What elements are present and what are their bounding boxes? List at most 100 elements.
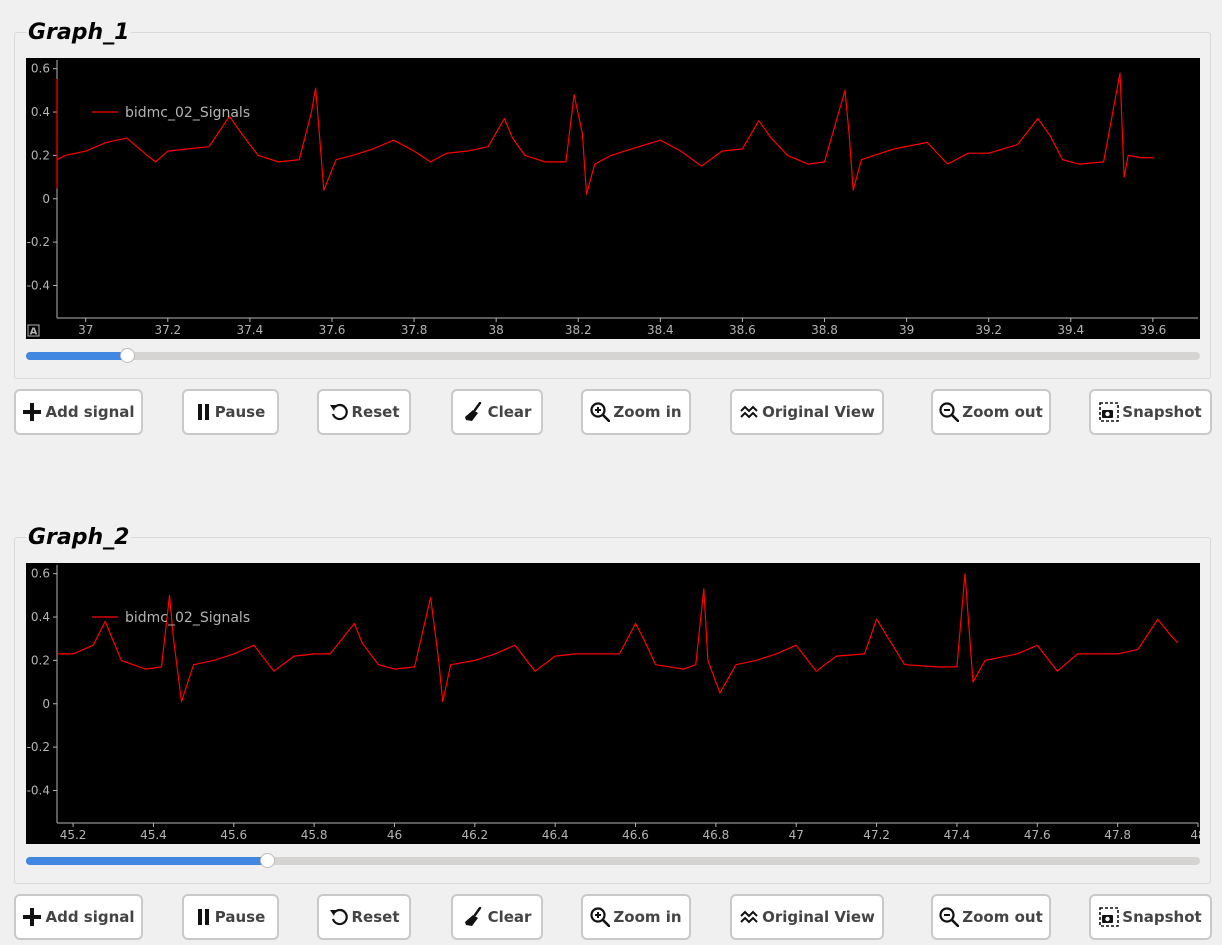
graph-1-reset-button[interactable]: Reset <box>317 389 411 435</box>
pause-icon <box>196 908 212 926</box>
x-tick-label: 48 <box>1190 828 1200 842</box>
y-tick-label: 0.6 <box>31 567 50 581</box>
graph-2-add-signal-button[interactable]: Add signal <box>14 894 143 940</box>
graph-1-plot[interactable]: 0.6 0.4 0.2 0 -0.2 -0.4 37 37.2 37.4 37.6 37.8 38 38… <box>26 58 1200 339</box>
graph-2-zoom-in-button[interactable]: Zoom in <box>581 894 691 940</box>
plus-icon <box>22 907 42 927</box>
graph-1-clear-button[interactable]: Clear <box>451 389 543 435</box>
x-tick-label: 37.4 <box>237 323 264 337</box>
graph-2-group: Graph_2 0.6 0.4 0.2 0 -0.2 -0.4 45.2 45.4 45.6 45… <box>14 525 1211 885</box>
legend-label: bidmc_02_Signals <box>125 610 250 626</box>
x-tick-label: 37.2 <box>154 323 181 337</box>
graph-2-chart[interactable]: 0.6 0.4 0.2 0 -0.2 -0.4 45.2 45.4 45.6 45.8 46 46.2… <box>26 563 1200 844</box>
snapshot-label: Snapshot <box>1122 403 1202 421</box>
zoom-in-label: Zoom in <box>613 403 682 421</box>
signal-line-bidmc-02 <box>57 573 1179 703</box>
add-signal-label: Add signal <box>45 908 135 926</box>
reset-icon <box>329 907 349 927</box>
x-tick-label: 37 <box>78 323 93 337</box>
y-tick-label: 0.2 <box>31 148 50 162</box>
x-tick-label: 38.4 <box>647 323 674 337</box>
original-view-label: Original View <box>762 908 875 926</box>
x-tick-label: 46.2 <box>461 828 488 842</box>
broom-icon <box>463 907 485 927</box>
y-tick-label: 0 <box>42 697 50 711</box>
graph-2-slider-fill <box>26 857 267 865</box>
autorange-badge: A <box>30 327 38 338</box>
clear-label: Clear <box>487 908 532 926</box>
reset-icon <box>329 402 349 422</box>
y-tick-label: 0 <box>42 192 50 206</box>
graph-1-snapshot-button[interactable]: Snapshot <box>1089 389 1212 435</box>
x-tick-label: 45.4 <box>140 828 167 842</box>
graph-1-original-view-button[interactable]: Original View <box>730 389 884 435</box>
graph-2-pause-button[interactable]: Pause <box>182 894 279 940</box>
zoom-out-label: Zoom out <box>962 403 1043 421</box>
x-tick-label: 39.2 <box>975 323 1002 337</box>
graph-1-slider-handle[interactable] <box>119 348 135 363</box>
y-tick-label: -0.4 <box>27 783 50 797</box>
graph-1-title: Graph_1 <box>26 20 132 46</box>
x-tick-label: 47.6 <box>1024 828 1051 842</box>
graph-2-zoom-out-button[interactable]: Zoom out <box>931 894 1051 940</box>
y-tick-label: 0.2 <box>31 653 50 667</box>
graph-2-slider-handle[interactable] <box>259 853 275 868</box>
graph-1-toolbar: Add signal Pause Reset Clear Zoom in Ori… <box>0 389 1222 437</box>
y-tick-label: 0.4 <box>31 610 50 624</box>
plus-icon <box>22 402 42 422</box>
add-signal-label: Add signal <box>45 403 135 421</box>
x-tick-label: 45.6 <box>220 828 247 842</box>
x-tick-label: 38.8 <box>811 323 838 337</box>
pause-label: Pause <box>214 908 266 926</box>
zoom-in-icon <box>590 907 611 927</box>
graph-1-slider-fill <box>26 352 127 360</box>
x-tick-label: 46.6 <box>622 828 649 842</box>
y-tick-label: 0.6 <box>31 62 50 76</box>
original-view-icon <box>739 907 759 927</box>
broom-icon <box>463 402 485 422</box>
pause-label: Pause <box>214 403 266 421</box>
snapshot-icon <box>1099 402 1120 422</box>
graph-2-scroll-slider[interactable] <box>26 853 1200 868</box>
original-view-icon <box>739 402 759 422</box>
original-view-label: Original View <box>762 403 875 421</box>
graph-2-title: Graph_2 <box>26 525 132 551</box>
reset-label: Reset <box>351 403 400 421</box>
graph-2-plot[interactable]: 0.6 0.4 0.2 0 -0.2 -0.4 45.2 45.4 45.6 45.8 46 46.2… <box>26 563 1200 844</box>
graph-2-clear-button[interactable]: Clear <box>451 894 543 940</box>
zoom-in-label: Zoom in <box>613 908 682 926</box>
x-tick-label: 39.4 <box>1057 323 1084 337</box>
y-tick-label: -0.2 <box>27 235 50 249</box>
graph-2-snapshot-button[interactable]: Snapshot <box>1089 894 1212 940</box>
x-tick-label: 47 <box>789 828 804 842</box>
x-tick-label: 37.6 <box>319 323 346 337</box>
signal-line-bidmc-02 <box>56 72 1153 195</box>
x-tick-label: 37.8 <box>401 323 428 337</box>
y-tick-label: 0.4 <box>31 105 50 119</box>
graph-1-zoom-out-button[interactable]: Zoom out <box>931 389 1051 435</box>
x-tick-label: 46 <box>387 828 402 842</box>
x-tick-label: 45.8 <box>301 828 328 842</box>
x-tick-label: 38 <box>489 323 504 337</box>
snapshot-label: Snapshot <box>1122 908 1202 926</box>
pause-icon <box>196 403 212 421</box>
graph-2-original-view-button[interactable]: Original View <box>730 894 884 940</box>
graph-1-pause-button[interactable]: Pause <box>182 389 279 435</box>
x-tick-label: 47.4 <box>944 828 971 842</box>
x-tick-label: 45.2 <box>60 828 87 842</box>
graph-1-chart[interactable]: 0.6 0.4 0.2 0 -0.2 -0.4 37 37.2 37.4 37.6 37.8 38 38… <box>26 58 1200 339</box>
x-tick-label: 38.6 <box>729 323 756 337</box>
graph-1-scroll-slider[interactable] <box>26 348 1200 363</box>
clear-label: Clear <box>487 403 532 421</box>
x-tick-label: 46.8 <box>703 828 730 842</box>
graph-2-reset-button[interactable]: Reset <box>317 894 411 940</box>
zoom-out-icon <box>939 907 960 927</box>
x-tick-label: 46.4 <box>542 828 569 842</box>
x-tick-label: 47.2 <box>863 828 890 842</box>
graph-2-toolbar: Add signal Pause Reset Clear Zoom in Ori… <box>0 894 1222 942</box>
y-tick-label: -0.2 <box>27 740 50 754</box>
reset-label: Reset <box>351 908 400 926</box>
graph-1-zoom-in-button[interactable]: Zoom in <box>581 389 691 435</box>
graph-1-group: Graph_1 0.6 0.4 0.2 0 -0.2 -0.4 37 37.2 37.4 37.6… <box>14 20 1211 440</box>
graph-1-add-signal-button[interactable]: Add signal <box>14 389 143 435</box>
